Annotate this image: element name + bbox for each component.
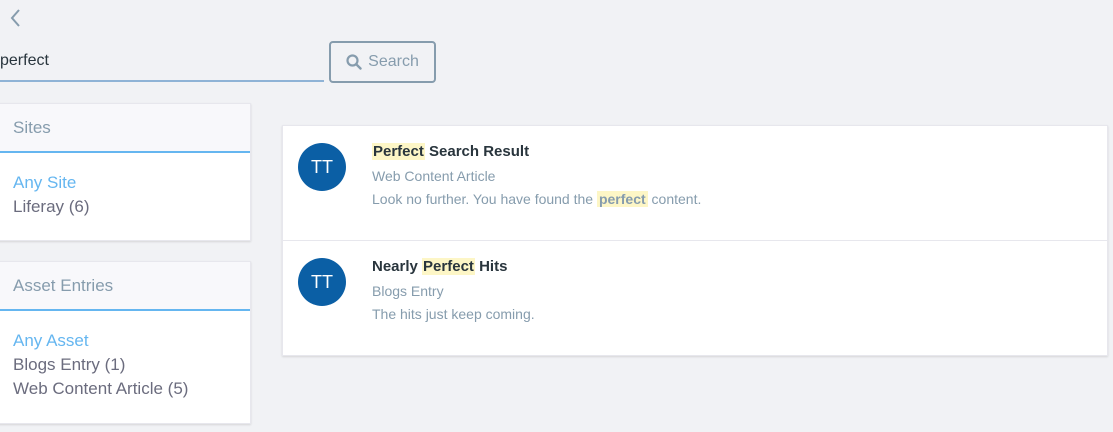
result-description: Look no further. You have found the perf… [372,191,701,207]
desc-highlight: perfect [596,191,648,207]
result-description: The hits just keep coming. [372,306,535,322]
search-icon [346,54,362,70]
facet-term-web-content-article[interactable]: Web Content Article (5) [13,377,250,401]
asset-entries-facet-list: Any Asset Blogs Entry (1) Web Content Ar… [0,311,250,401]
sites-facet-header[interactable]: Sites [0,104,250,153]
search-results-list: TT Perfect Search Result Web Content Art… [282,125,1108,356]
title-highlight: Perfect [422,258,475,275]
search-button-label: Search [368,53,419,70]
search-button[interactable]: Search [329,41,436,83]
title-text: Hits [474,258,508,275]
result-item: TT Perfect Search Result Web Content Art… [283,126,1107,240]
title-text: Nearly [372,258,423,275]
result-title-link[interactable]: Perfect Search Result [372,143,529,160]
desc-text: content. [647,191,702,207]
title-highlight: Perfect [372,143,425,160]
any-site-link[interactable]: Any Site [13,171,250,195]
result-type: Web Content Article [372,168,496,184]
any-asset-link[interactable]: Any Asset [13,329,250,353]
result-item: TT Nearly Perfect Hits Blogs Entry The h… [283,240,1107,354]
avatar: TT [298,143,346,191]
sites-facet: Sites Any Site Liferay (6) [0,103,251,241]
asset-entries-facet: Asset Entries Any Asset Blogs Entry (1) … [0,261,251,424]
facet-term-liferay[interactable]: Liferay (6) [13,195,250,219]
desc-text: Look no further. You have found the [372,191,597,207]
facet-term-blogs-entry[interactable]: Blogs Entry (1) [13,353,250,377]
title-text: Search Result [424,143,530,160]
back-link[interactable] [4,6,26,30]
result-title-link[interactable]: Nearly Perfect Hits [372,258,507,275]
search-input[interactable] [0,42,324,82]
asset-entries-facet-header[interactable]: Asset Entries [0,262,250,311]
avatar: TT [298,258,346,306]
result-type: Blogs Entry [372,283,444,299]
chevron-left-icon [10,9,20,27]
sites-facet-list: Any Site Liferay (6) [0,153,250,219]
